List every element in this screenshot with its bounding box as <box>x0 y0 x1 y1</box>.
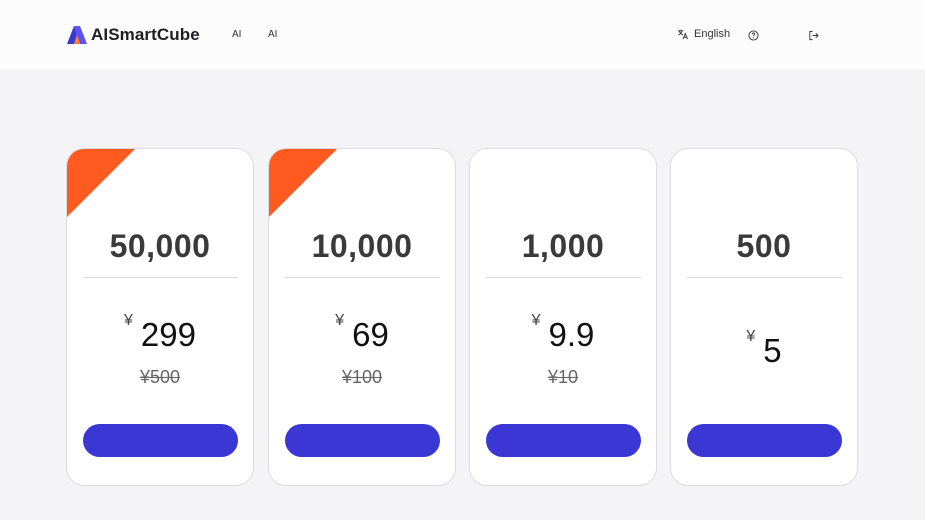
price-row: ¥ 5 <box>671 328 857 368</box>
credit-amount: 1,000 <box>521 228 605 264</box>
divider <box>687 277 842 278</box>
sale-price: 69 <box>352 316 389 353</box>
credit-amount: 10,000 <box>311 228 413 264</box>
help-icon[interactable] <box>748 30 759 41</box>
language-label: English <box>694 28 731 40</box>
pricing-card: 500 ¥ 5 <box>670 148 858 486</box>
divider <box>83 277 238 278</box>
featured-ribbon <box>67 149 135 217</box>
buy-button[interactable] <box>285 424 440 457</box>
buy-button[interactable] <box>486 424 641 457</box>
pricing-card: 1,000 ¥ 9.9 ¥10 <box>469 148 657 486</box>
original-price: ¥10 <box>547 367 579 387</box>
featured-ribbon <box>269 149 337 217</box>
original-price: ¥500 <box>139 367 181 387</box>
translate-icon <box>677 29 688 39</box>
currency-symbol: ¥ <box>531 312 541 329</box>
original-price: ¥100 <box>341 367 383 387</box>
price-row: ¥ 9.9 <box>470 312 656 352</box>
currency-symbol: ¥ <box>335 312 345 329</box>
divider <box>486 277 641 278</box>
price-row: ¥ 69 <box>269 312 455 352</box>
language-switcher[interactable]: English <box>677 28 730 40</box>
credit-amount: 50,000 <box>109 228 211 264</box>
pricing-card: 50,000 ¥ 299 ¥500 <box>66 148 254 486</box>
credit-amount: 500 <box>736 228 792 264</box>
nav-link-ai-2[interactable]: AI <box>268 29 277 40</box>
brand-logo[interactable]: AISmartCube <box>67 24 200 46</box>
currency-symbol: ¥ <box>124 312 133 329</box>
sale-price: 5 <box>763 332 782 369</box>
logout-icon[interactable] <box>808 30 819 41</box>
top-header: AISmartCube AI AI English <box>0 0 925 71</box>
buy-button[interactable] <box>687 424 842 457</box>
buy-button[interactable] <box>83 424 238 457</box>
pricing-card: 10,000 ¥ 69 ¥100 <box>268 148 456 486</box>
nav-link-ai-1[interactable]: AI <box>232 29 241 40</box>
divider <box>285 277 440 278</box>
currency-symbol: ¥ <box>746 328 756 345</box>
price-row: ¥ 299 <box>67 312 253 352</box>
sale-price: 299 <box>140 316 196 353</box>
brand-name: AISmartCube <box>91 25 200 44</box>
sale-price: 9.9 <box>548 316 595 353</box>
logo-icon <box>67 26 87 44</box>
